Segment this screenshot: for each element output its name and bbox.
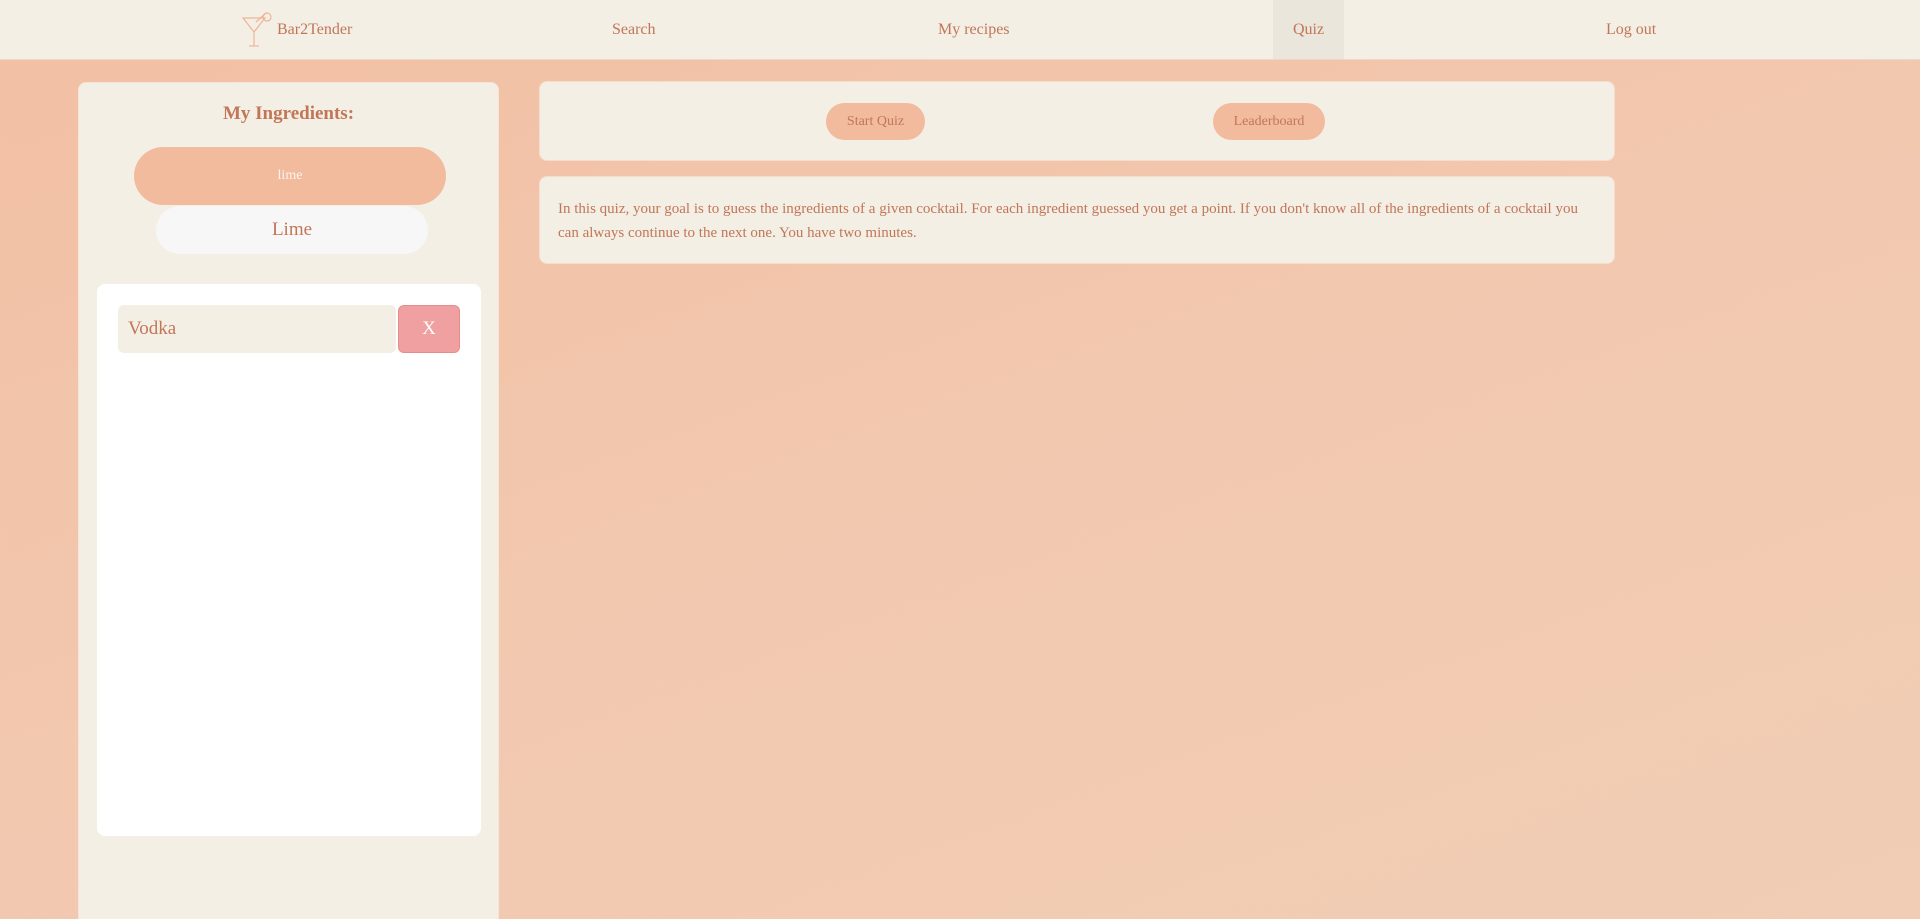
brand-label: Bar2Tender (277, 21, 353, 38)
cocktail-glass-icon (241, 10, 277, 50)
remove-ingredient-button[interactable]: X (398, 305, 460, 353)
ingredient-suggestion[interactable]: Lime (156, 206, 428, 254)
ingredient-search-input[interactable]: lime (134, 147, 446, 205)
nav-search[interactable]: Search (612, 0, 656, 59)
quiz-description: In this quiz, your goal is to guess the … (539, 176, 1615, 264)
ingredient-name: Vodka (118, 305, 396, 353)
sidebar-title: My Ingredients: (222, 103, 355, 124)
top-navbar: Bar2Tender Search My recipes Quiz Log ou… (0, 0, 1920, 60)
ingredients-sidebar: My Ingredients: lime Lime Vodka X (78, 82, 499, 919)
quiz-actions-panel: Start Quiz Leaderboard (539, 81, 1615, 161)
ingredient-list: Vodka X (97, 284, 481, 836)
start-quiz-button[interactable]: Start Quiz (826, 103, 925, 140)
nav-log-out[interactable]: Log out (1606, 0, 1656, 59)
list-item: Vodka X (118, 305, 460, 353)
leaderboard-button[interactable]: Leaderboard (1213, 103, 1325, 140)
brand-link[interactable]: Bar2Tender (241, 0, 352, 59)
nav-my-recipes[interactable]: My recipes (938, 0, 1010, 59)
nav-quiz[interactable]: Quiz (1273, 0, 1344, 59)
